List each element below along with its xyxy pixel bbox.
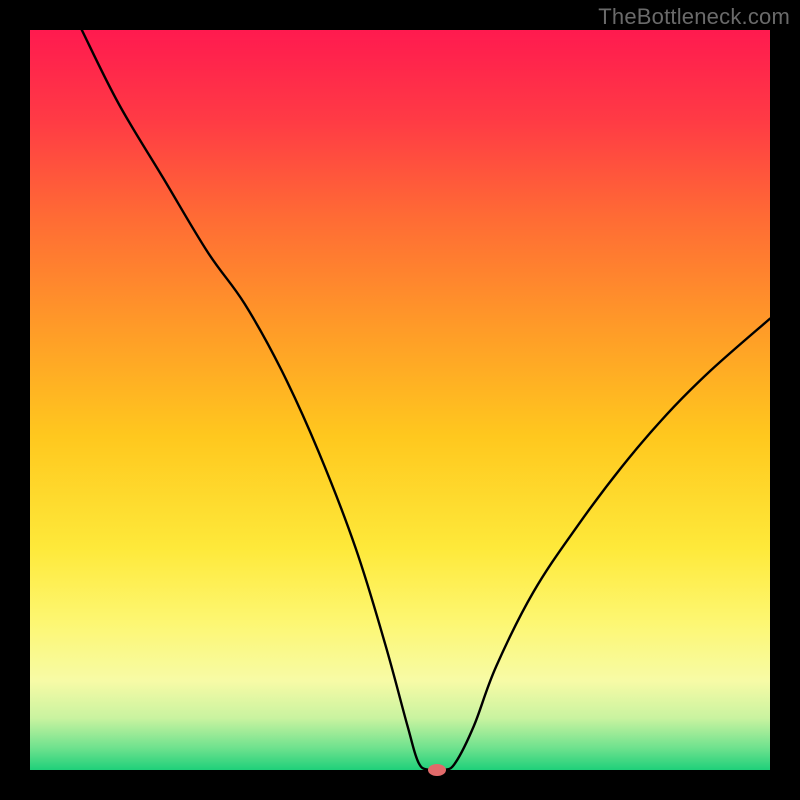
optimal-marker bbox=[428, 764, 446, 776]
bottleneck-chart bbox=[0, 0, 800, 800]
watermark-text: TheBottleneck.com bbox=[598, 4, 790, 30]
chart-frame: TheBottleneck.com bbox=[0, 0, 800, 800]
